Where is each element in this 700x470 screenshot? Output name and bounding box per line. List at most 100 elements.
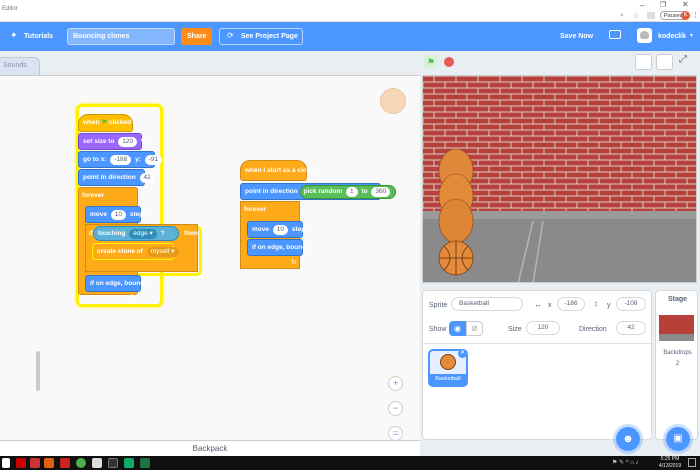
move-steps-block-2[interactable]: move 10 steps bbox=[247, 221, 309, 238]
tab-sounds[interactable]: Sounds bbox=[0, 57, 40, 75]
goto-label: go to x: bbox=[83, 156, 107, 163]
start-icon[interactable] bbox=[2, 458, 10, 468]
move-steps-input-2[interactable]: 10 bbox=[272, 225, 289, 235]
when-start-as-clone-block[interactable]: when I start as a clone bbox=[240, 160, 314, 181]
move-steps-input[interactable]: 10 bbox=[110, 210, 127, 220]
zoom-reset-button[interactable]: = bbox=[388, 426, 403, 441]
clicked-label: clicked bbox=[109, 119, 132, 126]
stage-scene bbox=[423, 76, 696, 282]
bounce-block[interactable]: if on edge, bounce bbox=[85, 275, 147, 292]
taskbar-app-4-icon[interactable] bbox=[60, 458, 70, 468]
set-size-block[interactable]: set size to 120 % bbox=[78, 133, 147, 150]
goto-y-label: y: bbox=[135, 156, 141, 163]
basketball-icon bbox=[440, 354, 456, 370]
cat-avatar-icon bbox=[640, 31, 649, 39]
stop-button[interactable] bbox=[444, 57, 454, 67]
sprite-thumbnail-basketball[interactable]: ✕ Basketball bbox=[428, 349, 468, 387]
loop-arrow-icon-2: ↻ bbox=[291, 259, 297, 266]
taskbar-app-6-icon[interactable] bbox=[92, 458, 102, 468]
small-stage-button[interactable] bbox=[635, 54, 652, 70]
see-project-page-button[interactable]: ⟳ See Project Page bbox=[219, 28, 303, 45]
menu-bar: ✦ Tutorials Bouncing clones Share ⟳ See … bbox=[0, 22, 700, 51]
question-mark-label: ? bbox=[160, 230, 165, 237]
extension-icon[interactable] bbox=[647, 12, 655, 19]
y-label: y bbox=[607, 302, 611, 309]
delete-sprite-icon[interactable]: ✕ bbox=[458, 349, 467, 358]
search-icon[interactable]: ⌕ bbox=[620, 12, 624, 20]
stage-target-panel[interactable]: Stage Backdrops 2 ▣ bbox=[655, 290, 698, 451]
direction-input-field[interactable]: 42 bbox=[616, 321, 646, 335]
user-avatar[interactable] bbox=[637, 28, 652, 43]
star-icon[interactable]: ☆ bbox=[633, 12, 639, 20]
size-input[interactable]: 120 bbox=[526, 321, 560, 335]
green-flag-button[interactable]: ⚑ bbox=[424, 55, 438, 69]
browser-tab-title[interactable]: Editor bbox=[2, 6, 18, 12]
when-flag-clicked-block[interactable]: when ⚑ clicked bbox=[78, 114, 133, 132]
goto-y-input[interactable]: -91 bbox=[144, 155, 163, 165]
stage-backdrop-thumbnail[interactable] bbox=[659, 315, 694, 341]
add-sprite-cat-icon[interactable]: ☻ bbox=[616, 427, 640, 451]
clone-target-label: myself bbox=[150, 248, 170, 255]
refresh-icon: ⟳ bbox=[227, 31, 234, 40]
goto-x-input[interactable]: -188 bbox=[110, 155, 132, 165]
stage-canvas[interactable] bbox=[422, 75, 697, 283]
add-backdrop-icon[interactable]: ▣ bbox=[666, 427, 690, 451]
move-steps-block[interactable]: move 10 steps bbox=[85, 206, 147, 223]
taskbar-app-3-icon[interactable] bbox=[44, 458, 54, 468]
x-position-input[interactable]: -186 bbox=[557, 297, 585, 311]
taskbar-app-8-icon[interactable] bbox=[124, 458, 134, 468]
show-hidden-eye-icon[interactable]: ⊘ bbox=[466, 321, 483, 336]
code-area[interactable]: when ⚑ clicked set size to 120 % go to x… bbox=[0, 75, 420, 441]
stage-header: ⚑ ⤢ bbox=[420, 51, 700, 73]
size-value-input[interactable]: 120 bbox=[118, 137, 138, 147]
excel-taskbar-icon[interactable] bbox=[140, 458, 150, 468]
save-now-button[interactable]: Save Now bbox=[554, 28, 599, 45]
minimize-icon[interactable]: – bbox=[640, 1, 644, 10]
zoom-in-button[interactable]: + bbox=[388, 376, 403, 391]
direction-label: Direction bbox=[579, 326, 607, 333]
sprite-name-input[interactable]: Basketball bbox=[451, 297, 523, 311]
profile-avatar[interactable]: K bbox=[681, 11, 690, 20]
touching-edge-block[interactable]: touching edge ▾ ? bbox=[93, 226, 179, 241]
username-label[interactable]: kodeclik bbox=[652, 28, 692, 45]
y-position-input[interactable]: -108 bbox=[616, 297, 646, 311]
zoom-out-button[interactable]: − bbox=[388, 401, 403, 416]
pick-random-block[interactable]: pick random 1 to 360 bbox=[299, 185, 397, 199]
go-to-xy-block[interactable]: go to x: -188 y: -91 bbox=[78, 151, 163, 168]
tutorials-button[interactable]: Tutorials bbox=[18, 28, 59, 45]
kebab-menu-icon[interactable]: ⋮ bbox=[692, 11, 699, 19]
project-title-input[interactable]: Bouncing clones bbox=[67, 28, 175, 45]
taskbar-app-1-icon[interactable] bbox=[16, 458, 26, 468]
touching-label: touching bbox=[98, 230, 126, 237]
direction-input[interactable]: 42 bbox=[139, 173, 155, 183]
restore-icon[interactable]: ❐ bbox=[660, 1, 666, 9]
show-visible-eye-icon[interactable]: ◉ bbox=[449, 321, 466, 336]
vertical-scrollbar[interactable] bbox=[36, 351, 40, 391]
bounce-block-2[interactable]: if on edge, bounce bbox=[247, 239, 309, 256]
random-from-input[interactable]: 1 bbox=[346, 187, 358, 197]
chevron-down-icon[interactable]: ▾ bbox=[690, 32, 693, 39]
taskbar-app-7-icon[interactable] bbox=[108, 458, 118, 468]
point-in-direction-block[interactable]: point in direction 42 bbox=[78, 169, 155, 186]
fullscreen-icon[interactable]: ⤢ bbox=[679, 54, 687, 65]
my-stuff-folder-icon[interactable] bbox=[609, 30, 621, 39]
clone-target-dropdown[interactable]: myself ▾ bbox=[146, 247, 179, 257]
system-tray-icons[interactable]: ⚑ ✎ ^ ⌂ ♪ bbox=[612, 459, 639, 466]
create-clone-block[interactable]: create clone of myself ▾ bbox=[92, 243, 179, 260]
move-label: move bbox=[90, 211, 107, 218]
taskbar-app-2-icon[interactable] bbox=[30, 458, 40, 468]
touching-dropdown[interactable]: edge ▾ bbox=[129, 229, 157, 239]
steps-label-2: steps bbox=[291, 226, 309, 233]
when-label: when bbox=[83, 119, 100, 126]
editor-tabs: Sounds bbox=[0, 51, 420, 75]
share-button[interactable]: Share bbox=[181, 28, 213, 45]
backpack-bar[interactable]: Backpack bbox=[0, 440, 420, 456]
random-to-input[interactable]: 360 bbox=[371, 187, 391, 197]
point-random-direction-block[interactable]: point in direction pick random 1 to 360 bbox=[240, 183, 397, 200]
large-stage-button[interactable] bbox=[656, 54, 673, 70]
chrome-taskbar-icon[interactable] bbox=[76, 458, 86, 468]
notifications-icon[interactable] bbox=[688, 458, 696, 467]
close-window-icon[interactable]: ✕ bbox=[682, 0, 689, 9]
sprite-info-panel: Sprite Basketball ↔ x -186 ↕ y -108 Show… bbox=[422, 290, 652, 451]
forever-label-2: forever bbox=[244, 206, 267, 213]
